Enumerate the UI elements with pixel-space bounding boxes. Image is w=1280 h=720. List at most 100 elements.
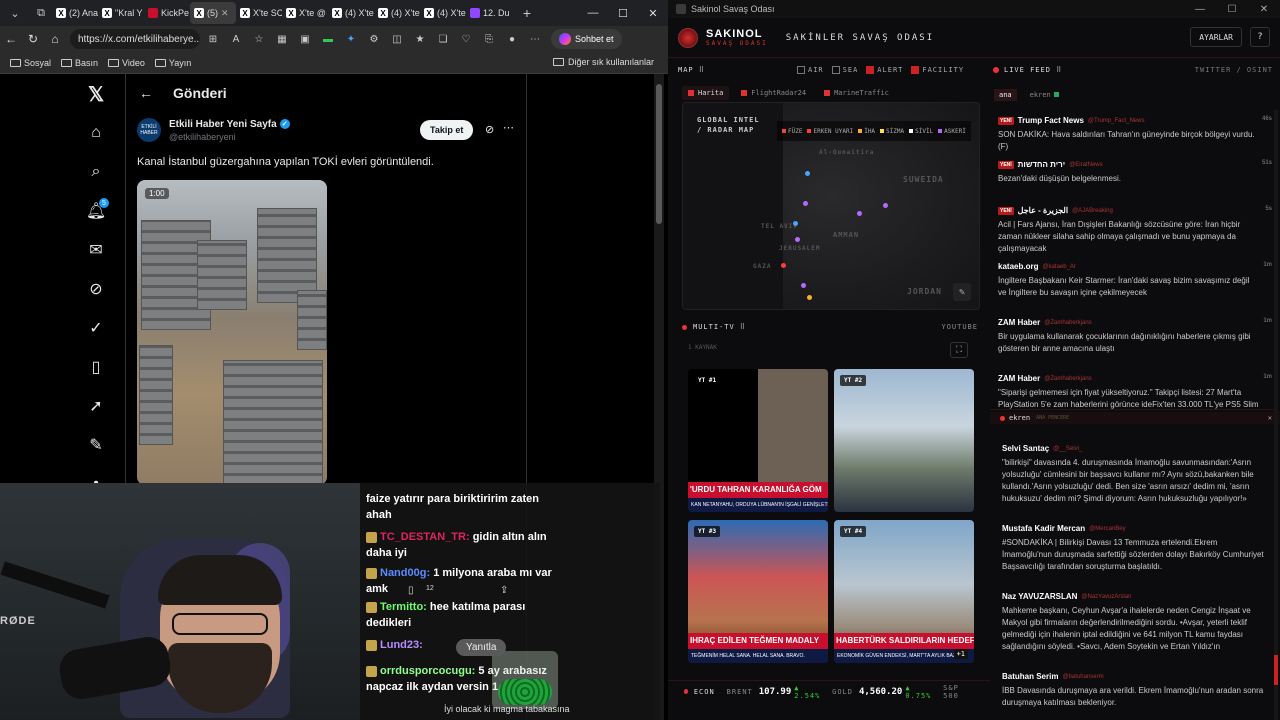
bookmark-icon[interactable]: ▯: [408, 585, 414, 596]
extension-icon[interactable]: ▣: [295, 31, 315, 47]
new-tab-icon[interactable]: +: [516, 2, 538, 24]
map-marker[interactable]: [801, 283, 806, 288]
tab-close-icon[interactable]: ✕: [221, 8, 229, 19]
feed-item[interactable]: ZAM Haber @Zamhaberkjans 1m "Siparişi gelme…: [998, 374, 1272, 409]
feed-item[interactable]: YENİ الجزيرة - عاجل @AJABreaking 5s Acil | F…: [998, 206, 1272, 255]
bookmark-folder[interactable]: Video: [108, 58, 145, 68]
feed-handle[interactable]: @Trump_Fact_News: [1088, 118, 1145, 124]
browser-tab[interactable]: X (4) X'te: [374, 2, 420, 24]
avatar[interactable]: ETKİLİ HABER: [137, 118, 161, 142]
jobs-icon[interactable]: ➚: [86, 396, 106, 416]
feed-tab[interactable]: ana: [994, 89, 1017, 101]
feed-item[interactable]: ZAM Haber @Zamhaberkjans 1m Bir uygulama ku…: [998, 318, 1272, 355]
x-logo-icon[interactable]: 𝕏: [86, 84, 106, 106]
bookmark-other[interactable]: Diğer sık kullanılanlar: [552, 57, 654, 67]
browser-tab[interactable]: X X'te SC: [236, 2, 282, 24]
post-author[interactable]: ETKİLİ HABER Etkili Haber Yeni Sayfa ✓ @e…: [137, 118, 290, 142]
feed-author[interactable]: ZAM Haber: [998, 318, 1040, 327]
feed-handle[interactable]: @kataeb_Ar: [1042, 264, 1075, 270]
bookmarks-icon[interactable]: ▯: [86, 357, 106, 377]
map-marker[interactable]: [857, 211, 862, 216]
fullscreen-icon[interactable]: ⛶: [950, 342, 968, 358]
chat-username[interactable]: Nand00g:: [380, 567, 430, 579]
feed-item[interactable]: Mustafa Kadir Mercan @MercanBey #SONDAKİKA…: [1002, 524, 1264, 573]
feed-author[interactable]: ZAM Haber: [998, 374, 1040, 383]
chat-username[interactable]: orrdusporcocugu:: [380, 665, 475, 677]
browser-tab[interactable]: 12. Du: [466, 2, 512, 24]
split-screen-icon[interactable]: ◫: [387, 31, 407, 47]
profile-avatar[interactable]: ●: [502, 31, 522, 47]
feed-handle[interactable]: @NazYavuzArslan: [1081, 594, 1131, 600]
radar-map[interactable]: GLOBAL INTEL / RADAR MAP FÜZE ERKEN UYARI…: [682, 102, 980, 310]
grok-icon[interactable]: ⊘: [86, 279, 106, 299]
browser-tab[interactable]: KickPe: [144, 2, 190, 24]
video-more-badge[interactable]: +1: [953, 649, 968, 659]
extension-icon[interactable]: ▦: [272, 31, 292, 47]
map-marker[interactable]: [803, 201, 808, 206]
feed-handle[interactable]: @Zamhaberkjans: [1044, 320, 1091, 326]
reload-icon[interactable]: ↻: [22, 32, 44, 46]
map-marker[interactable]: [795, 237, 800, 242]
chat-username[interactable]: Lund23:: [380, 639, 423, 651]
feed-author[interactable]: Selvi Santaç: [1002, 444, 1049, 453]
scrollbar-thumb[interactable]: [1274, 655, 1278, 685]
feed-author[interactable]: Batuhan Serim: [1002, 672, 1058, 681]
back-icon[interactable]: ←: [0, 32, 22, 46]
workspaces-icon[interactable]: ⧉: [30, 2, 52, 24]
map-tab[interactable]: FlightRadar24: [735, 86, 812, 100]
collections-icon[interactable]: ❏: [433, 31, 453, 47]
minimize-icon[interactable]: —: [578, 0, 608, 26]
feed-tab[interactable]: ekren: [1025, 89, 1064, 101]
edit-pencil-icon[interactable]: ✎: [953, 283, 971, 301]
translate-icon[interactable]: ✦: [341, 31, 361, 47]
filter-checkbox[interactable]: SEA: [831, 66, 859, 74]
author-handle[interactable]: @etkilihaberyeni: [169, 132, 290, 142]
video-tile-3[interactable]: YT #3 IHRAÇ EDİLEN TEĞMEN MADALY TEĞMENİ…: [688, 520, 828, 663]
verified-icon[interactable]: ✓: [86, 318, 106, 338]
browser-tab[interactable]: X (5) ✕: [190, 2, 236, 24]
minimize-icon[interactable]: —: [1184, 0, 1216, 18]
video-tile-4[interactable]: YT #4 HABERTÜRK SALDIRILARIN HEDEFİ EKON…: [834, 520, 974, 663]
browser-essentials-icon[interactable]: ♡: [456, 31, 476, 47]
favorite-star-icon[interactable]: ☆: [249, 31, 269, 47]
map-marker[interactable]: [883, 203, 888, 208]
browser-tab[interactable]: X X'te @: [282, 2, 328, 24]
close-icon[interactable]: ✕: [638, 0, 668, 26]
feed-item[interactable]: Batuhan Serim @batuhanserm İBB Davasında d…: [1002, 672, 1264, 709]
feed-handle[interactable]: @batuhanserm: [1062, 674, 1103, 680]
more-icon[interactable]: ⋯: [525, 31, 545, 47]
messages-icon[interactable]: ✉: [86, 240, 106, 260]
filter-checkbox[interactable]: FACILITY: [911, 66, 964, 74]
url-field[interactable]: https://x.com/etkilihaberye...: [70, 29, 200, 49]
feed-handle[interactable]: @MercanBey: [1089, 526, 1125, 532]
map-marker[interactable]: [781, 263, 786, 268]
feed-handle[interactable]: @__Selvi_: [1053, 446, 1082, 452]
screenshot-icon[interactable]: ⎘: [479, 31, 499, 47]
feed-handle[interactable]: @AJABreaking: [1072, 208, 1113, 214]
tweet-video[interactable]: 1:00: [137, 180, 327, 485]
scrollbar-thumb[interactable]: [656, 84, 662, 224]
video-tile-2[interactable]: YT #2: [834, 369, 974, 512]
feed-scrollbar[interactable]: [1274, 110, 1278, 720]
read-aloud-icon[interactable]: A: [226, 31, 246, 47]
help-button[interactable]: ?: [1250, 27, 1270, 47]
bookmark-folder[interactable]: Yayın: [154, 58, 191, 68]
reader-icon[interactable]: ⊞: [203, 31, 223, 47]
feed-item[interactable]: Selvi Santaç @__Selvi_ "bilirkişi" davasın…: [1002, 444, 1264, 505]
more-options-icon[interactable]: ⋯: [503, 121, 514, 134]
feed-item[interactable]: kataeb.org @kataeb_Ar 1m İngiltere Başbakan…: [998, 262, 1272, 299]
browser-tab[interactable]: X (2) Anа: [52, 2, 98, 24]
feed-item[interactable]: Naz YAVUZARSLAN @NazYavuzArslan Mahkeme ba…: [1002, 592, 1264, 653]
grok-icon[interactable]: ⊘: [485, 123, 494, 136]
map-marker[interactable]: [805, 171, 810, 176]
bookmark-folder[interactable]: Sosyal: [10, 58, 51, 68]
notifications-icon[interactable]: 🔔︎ 5: [86, 198, 109, 221]
author-name[interactable]: Etkili Haber Yeni Sayfa: [169, 119, 277, 130]
search-icon[interactable]: ⌕: [86, 162, 106, 182]
maximize-icon[interactable]: ☐: [1216, 0, 1248, 18]
home-icon[interactable]: ⌂: [44, 32, 66, 46]
back-arrow-icon[interactable]: ←: [139, 85, 159, 101]
copilot-button[interactable]: Sohbet et: [551, 29, 622, 49]
chat-username[interactable]: Termitto:: [380, 601, 427, 613]
feed-item[interactable]: YENİ ירית החדשות @EiratNews 51s Bezan'daki d…: [998, 160, 1272, 185]
